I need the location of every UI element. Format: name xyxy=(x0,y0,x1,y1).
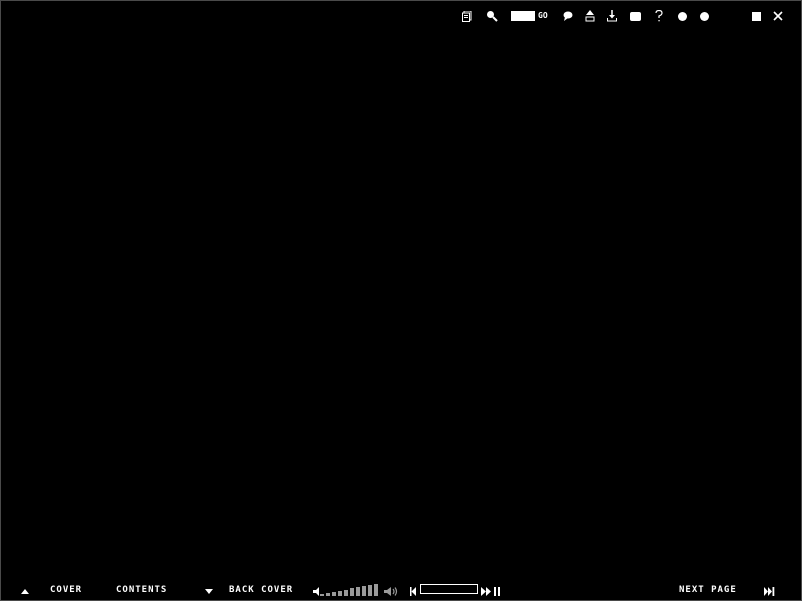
previous-track-icon[interactable] xyxy=(409,583,417,599)
arrow-up-icon[interactable] xyxy=(19,583,31,599)
playback-progress[interactable] xyxy=(420,584,478,594)
document-icon[interactable] xyxy=(461,8,473,24)
volume-level-bar[interactable] xyxy=(320,594,324,596)
flipbook-viewer: GO COVER CONTENTS BACK COVER NEXT PAGE xyxy=(1,1,801,600)
volume-level-bar[interactable] xyxy=(356,587,360,596)
go-button[interactable]: GO xyxy=(538,10,548,22)
cover-button[interactable]: COVER xyxy=(50,584,82,596)
next-page-button[interactable]: NEXT PAGE xyxy=(679,584,737,596)
volume-level-bar[interactable] xyxy=(368,585,372,596)
top-toolbar: GO xyxy=(1,8,801,24)
help-icon[interactable] xyxy=(653,8,665,24)
contents-button[interactable]: CONTENTS xyxy=(116,584,167,596)
volume-slider[interactable] xyxy=(320,584,382,596)
maximize-icon[interactable] xyxy=(750,8,762,24)
close-icon[interactable] xyxy=(771,8,785,24)
bottom-toolbar: COVER CONTENTS BACK COVER NEXT PAGE xyxy=(1,581,801,599)
circle-icon[interactable] xyxy=(698,8,710,24)
circle-icon[interactable] xyxy=(676,8,688,24)
volume-level-bar[interactable] xyxy=(338,591,342,596)
print-icon[interactable] xyxy=(629,8,641,24)
volume-level-bar[interactable] xyxy=(344,590,348,596)
volume-level-bar[interactable] xyxy=(332,592,336,596)
pause-icon[interactable] xyxy=(493,583,501,599)
back-cover-button[interactable]: BACK COVER xyxy=(229,584,293,596)
speaker-mute-icon[interactable] xyxy=(312,583,320,599)
comment-icon[interactable] xyxy=(562,8,574,24)
bookmark-icon[interactable] xyxy=(584,8,596,24)
volume-level-bar[interactable] xyxy=(350,588,354,596)
last-page-icon[interactable] xyxy=(763,583,775,599)
volume-level-bar[interactable] xyxy=(326,593,330,596)
speaker-icon[interactable] xyxy=(383,583,399,599)
arrow-down-icon[interactable] xyxy=(203,583,215,599)
fast-forward-icon[interactable] xyxy=(481,583,491,599)
download-icon[interactable] xyxy=(606,8,618,24)
volume-level-bar[interactable] xyxy=(374,584,378,596)
zoom-icon[interactable] xyxy=(485,8,499,24)
volume-level-bar[interactable] xyxy=(362,586,366,596)
page-number-input[interactable] xyxy=(511,11,535,21)
